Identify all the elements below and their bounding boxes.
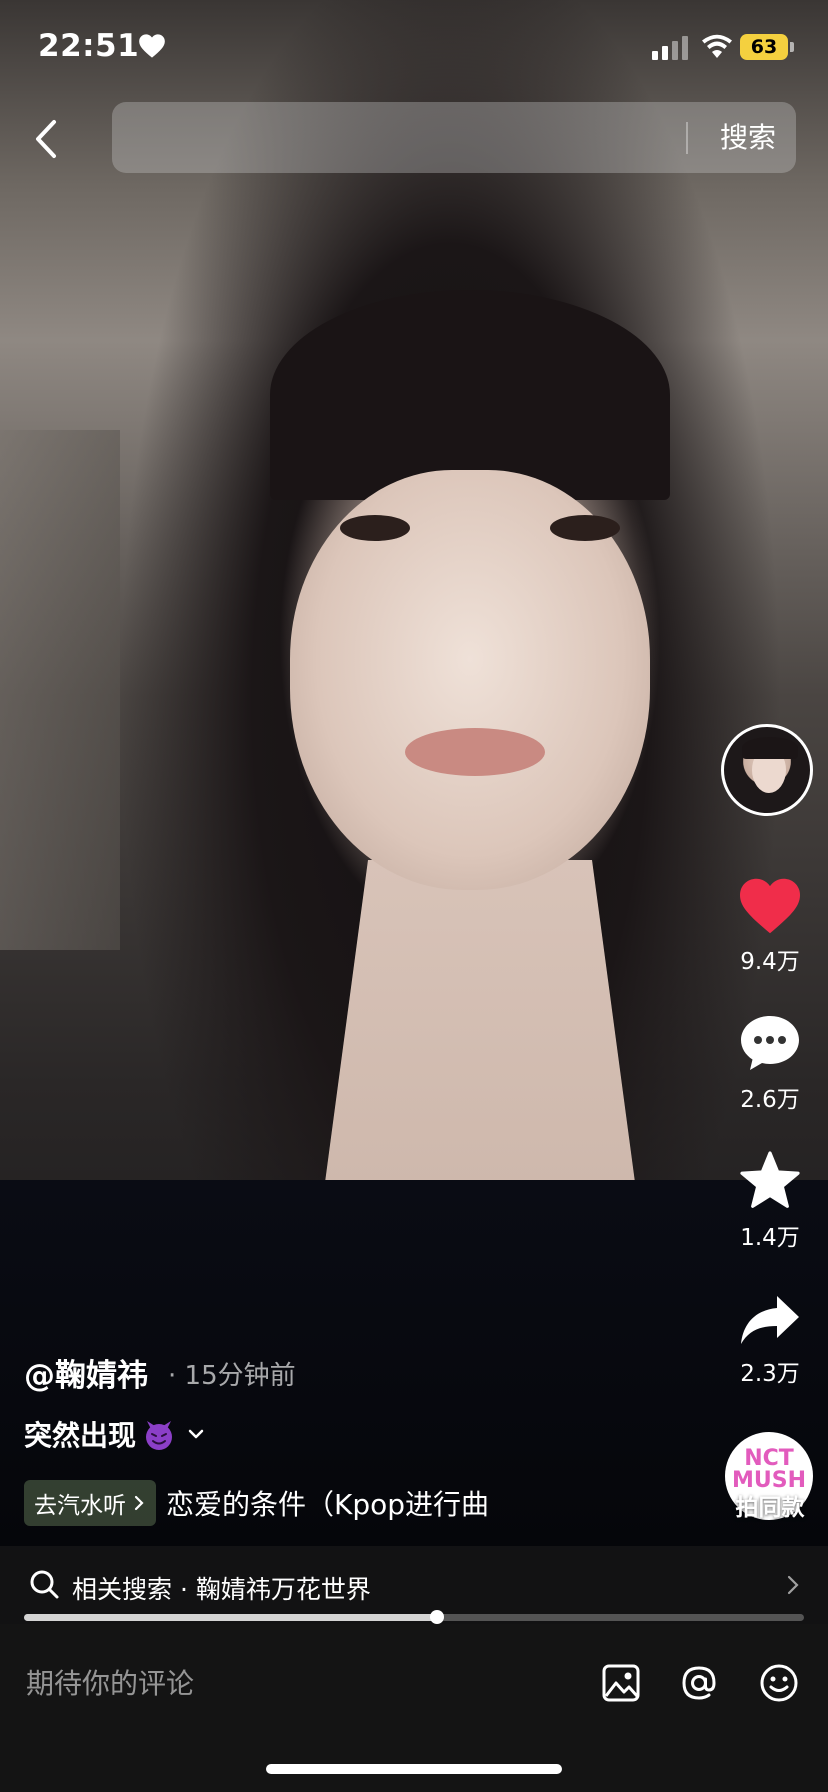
status-bar: 22:51 63 — [0, 0, 828, 90]
star-icon — [740, 1151, 800, 1208]
listen-on-qishui-button[interactable]: 去汽水听 — [24, 1480, 156, 1526]
back-button[interactable] — [22, 112, 72, 166]
favorite-button[interactable]: 1.4万 — [720, 1150, 820, 1252]
video-subject-hair — [270, 290, 670, 500]
favorite-count: 1.4万 — [740, 1225, 800, 1251]
video-frame[interactable] — [0, 0, 828, 1550]
song-title[interactable]: 恋爱的条件（Kpop进行曲 — [166, 1483, 489, 1523]
chevron-right-icon — [787, 1575, 799, 1595]
comment-input[interactable] — [0, 1624, 560, 1742]
chevron-down-icon[interactable] — [186, 1424, 206, 1444]
post-time: · 15分钟前 — [168, 1361, 296, 1391]
share-arrow-icon — [741, 1296, 799, 1344]
search-input[interactable] — [112, 102, 682, 173]
music-disc-art: NCT MUSH — [731, 1446, 806, 1493]
home-indicator[interactable] — [266, 1764, 562, 1774]
video-subject-lips — [405, 728, 545, 776]
same-style-button[interactable]: 拍同款 — [722, 1488, 818, 1522]
comment-button[interactable]: 2.6万 — [720, 1012, 820, 1114]
search-button[interactable]: 搜索 — [700, 102, 796, 173]
battery-icon: 63 — [740, 34, 788, 60]
related-search-bar[interactable]: 相关搜索 · 鞠婧祎万花世界 — [0, 1546, 828, 1624]
mention-icon[interactable] — [678, 1662, 720, 1704]
heart-icon — [740, 878, 800, 934]
author-avatar[interactable] — [721, 724, 813, 816]
music-tag-label: 去汽水听 — [34, 1493, 126, 1519]
image-icon[interactable] — [600, 1662, 642, 1704]
caption[interactable]: 突然出现 — [24, 1414, 206, 1454]
music-row[interactable]: 去汽水听 恋爱的条件（Kpop进行曲 — [24, 1480, 489, 1526]
background-wall — [0, 430, 120, 950]
like-button[interactable]: 9.4万 — [720, 876, 820, 976]
video-progress-bar[interactable] — [24, 1610, 804, 1624]
signal-icon — [652, 36, 688, 60]
video-subject-neck — [320, 860, 640, 1220]
comment-count: 2.6万 — [740, 1087, 800, 1113]
comment-icon — [741, 1016, 799, 1070]
share-count: 2.3万 — [740, 1361, 800, 1387]
search-icon — [30, 1570, 59, 1599]
video-subject-eye — [340, 515, 410, 541]
emoji-icon[interactable] — [758, 1662, 800, 1704]
caption-text: 突然出现 — [24, 1419, 137, 1452]
share-button[interactable]: 2.3万 — [720, 1290, 820, 1388]
devil-emoji-icon — [146, 1421, 173, 1450]
heart-icon — [139, 34, 165, 58]
chevron-right-icon — [134, 1495, 144, 1511]
search-bar[interactable]: 搜索 — [112, 102, 796, 173]
video-subject-eye — [550, 515, 620, 541]
search-divider — [686, 122, 688, 154]
related-search-text: 相关搜索 · 鞠婧祎万花世界 — [72, 1575, 371, 1604]
like-count: 9.4万 — [740, 949, 800, 975]
wifi-icon — [702, 34, 732, 58]
status-time: 22:51 — [38, 28, 140, 64]
battery-tip — [790, 42, 794, 52]
author-name[interactable]: @鞠婧祎 — [24, 1350, 148, 1395]
progress-fill — [24, 1614, 438, 1621]
avatar-hair — [742, 737, 798, 759]
